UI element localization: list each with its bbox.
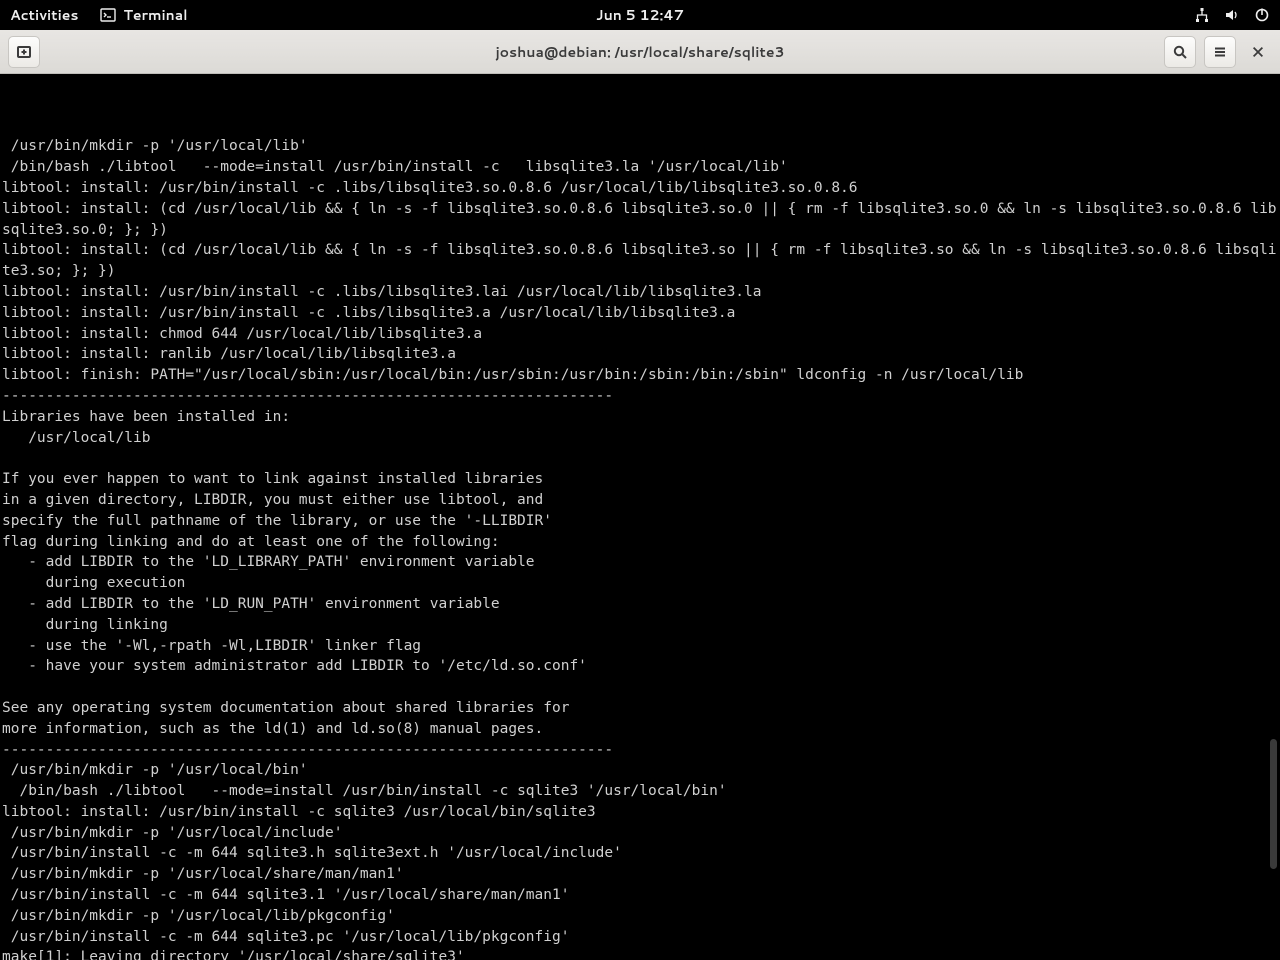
window-title: joshua@debian: /usr/local/share/sqlite3 xyxy=(496,42,785,62)
menu-button[interactable] xyxy=(1204,36,1236,68)
clock[interactable]: Jun 5 12:47 xyxy=(596,5,684,25)
gnome-topbar: Activities Terminal Jun 5 12:47 xyxy=(0,0,1280,30)
app-name-label: Terminal xyxy=(123,5,187,25)
close-button[interactable] xyxy=(1244,38,1272,66)
network-icon[interactable] xyxy=(1194,7,1210,23)
terminal-icon xyxy=(100,7,116,23)
active-app-indicator[interactable]: Terminal xyxy=(100,5,187,25)
activities-button[interactable]: Activities xyxy=(10,5,78,25)
volume-icon[interactable] xyxy=(1224,7,1240,23)
new-tab-button[interactable] xyxy=(8,36,40,68)
search-button[interactable] xyxy=(1164,36,1196,68)
scrollbar-thumb[interactable] xyxy=(1270,739,1277,869)
terminal-output: /usr/bin/mkdir -p '/usr/local/lib' /bin/… xyxy=(2,138,1277,960)
terminal-viewport[interactable]: /usr/bin/mkdir -p '/usr/local/lib' /bin/… xyxy=(0,74,1280,960)
power-icon[interactable] xyxy=(1254,7,1270,23)
terminal-titlebar: joshua@debian: /usr/local/share/sqlite3 xyxy=(0,30,1280,74)
